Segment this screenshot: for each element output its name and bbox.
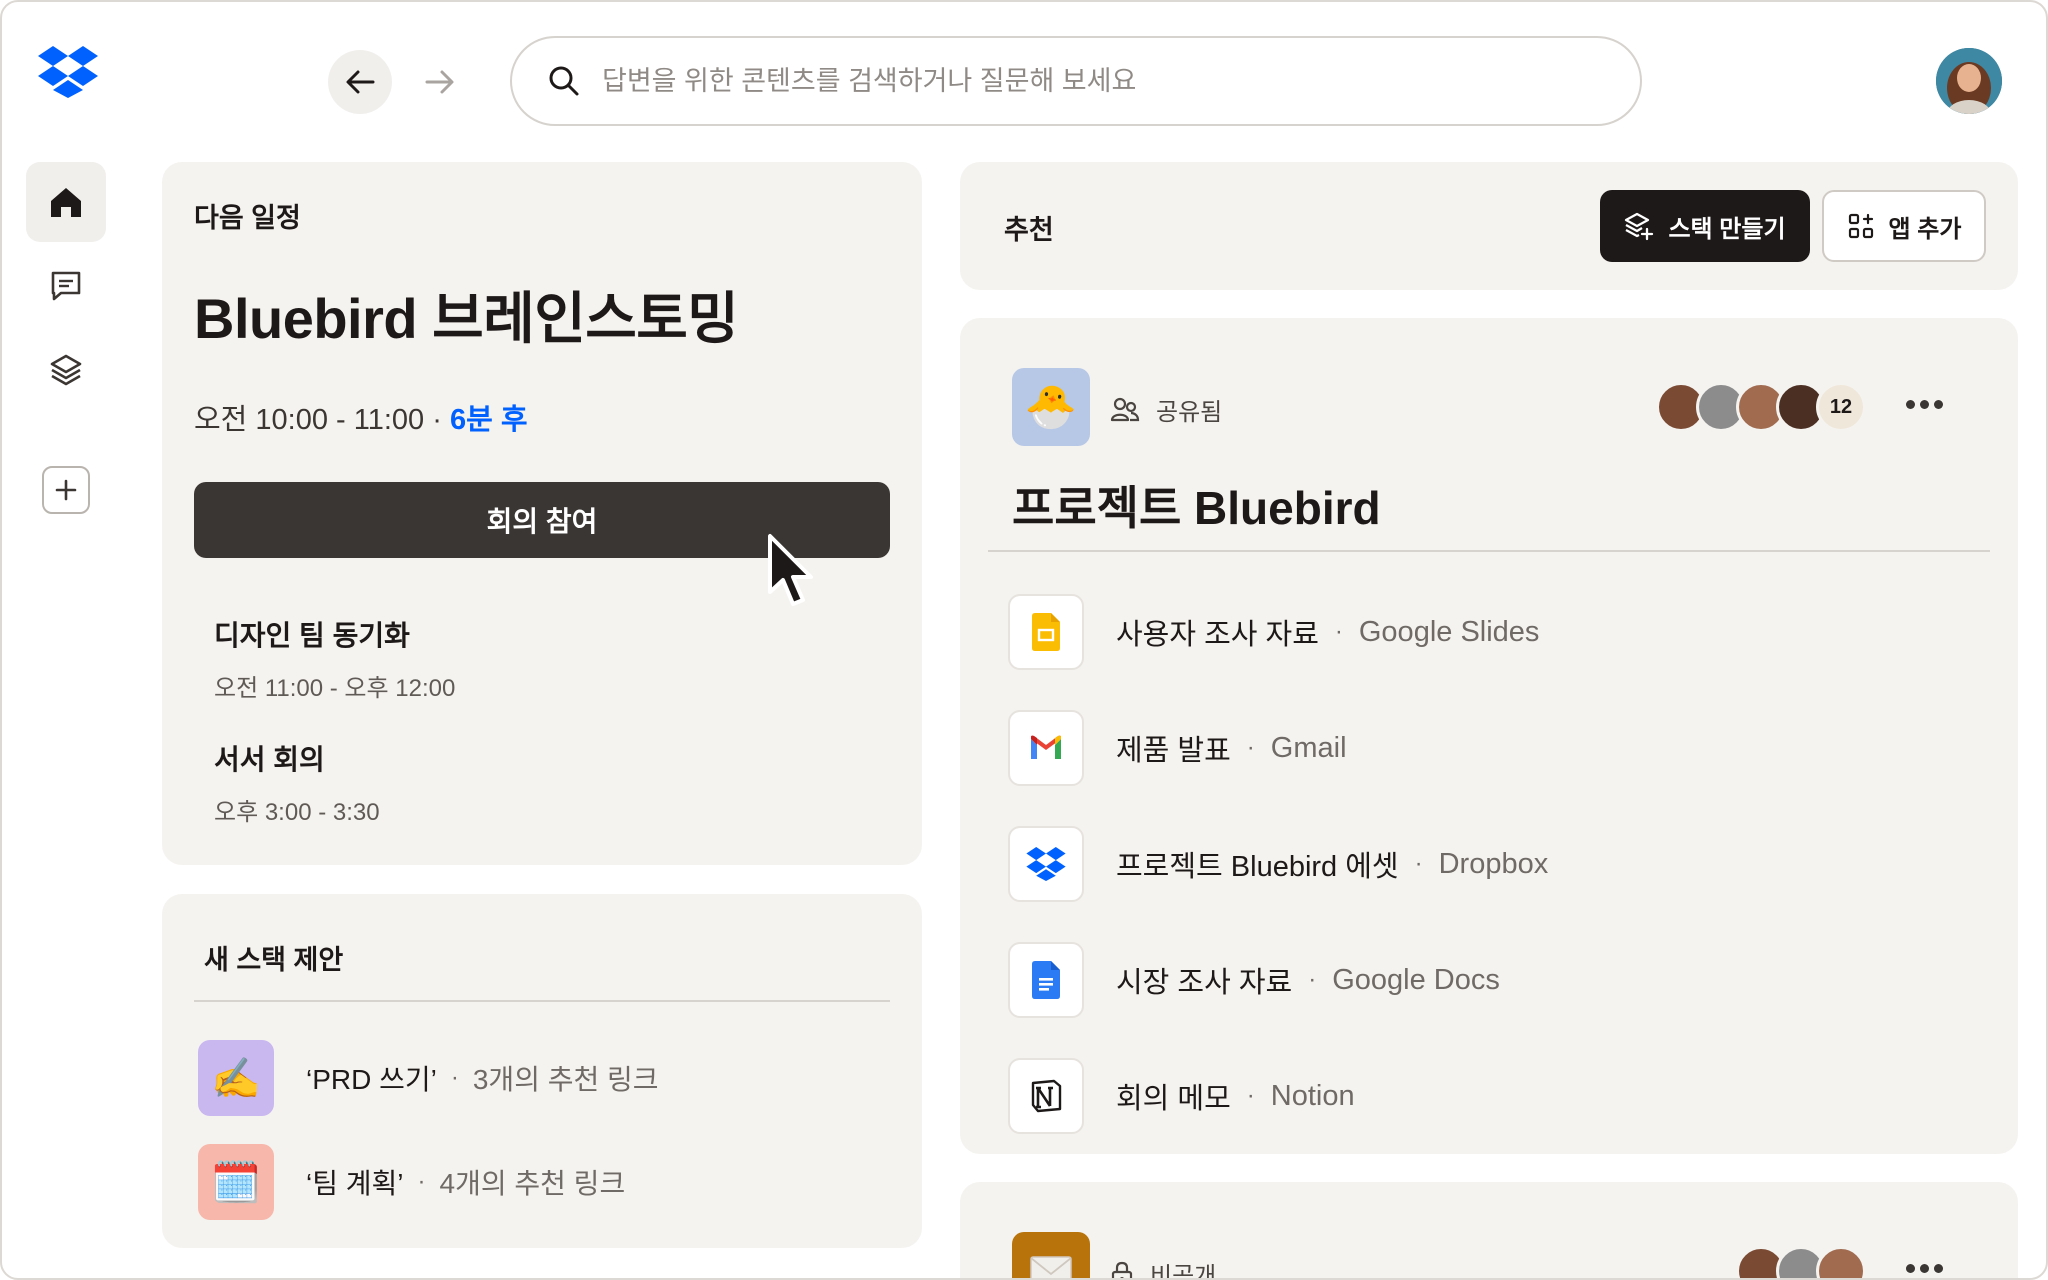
member-count-badge: 12 bbox=[1816, 382, 1866, 432]
divider bbox=[988, 550, 1990, 552]
file-item[interactable]: 시장 조사 자료 · Google Docs bbox=[1008, 942, 1500, 1018]
create-stack-button[interactable]: 스택 만들기 bbox=[1600, 190, 1810, 262]
file-item[interactable]: 프로젝트 Bluebird 에셋 · Dropbox bbox=[1008, 826, 1548, 902]
suggestion-name: ‘PRD 쓰기’ bbox=[306, 1064, 437, 1095]
separator-dot: · bbox=[417, 1168, 426, 1195]
writing-hand-emoji-icon: ✍️ bbox=[198, 1040, 274, 1116]
event-item[interactable]: 디자인 팀 동기화 오전 11:00 - 오후 12:00 bbox=[214, 614, 455, 703]
search-icon bbox=[549, 66, 579, 96]
google-docs-icon bbox=[1008, 942, 1084, 1018]
arrow-right-icon bbox=[425, 70, 454, 94]
recommended-label: 추천 bbox=[1004, 215, 1054, 245]
file-name: 프로젝트 Bluebird 에셋 bbox=[1116, 851, 1399, 883]
member-avatars[interactable]: 12 bbox=[1656, 382, 1866, 432]
file-app: Google Docs bbox=[1332, 963, 1500, 996]
gmail-icon bbox=[1008, 710, 1084, 786]
app-window: 다음 일정 Bluebird 브레인스토밍 오전 10:00 - 11:00 ·… bbox=[0, 0, 2048, 1280]
stack-suggestions-card: 새 스택 제안 ✍️ ‘PRD 쓰기’ · 3개의 추천 링크 🗓️ ‘팀 계획… bbox=[162, 894, 922, 1248]
add-button[interactable] bbox=[42, 466, 90, 514]
stack-suggestions-label: 새 스택 제안 bbox=[204, 945, 344, 975]
separator-dot: · bbox=[1414, 850, 1423, 877]
meeting-title: Bluebird 브레인스토밍 bbox=[194, 287, 739, 350]
recommended-header: 추천 스택 만들기 앱 추가 bbox=[960, 162, 2018, 290]
event-time: 오후 3:00 - 3:30 bbox=[214, 799, 380, 826]
shared-label: 공유됨 bbox=[1156, 399, 1223, 426]
private-stack-card[interactable]: 비공개 bbox=[960, 1182, 2018, 1280]
file-name: 시장 조사 자료 bbox=[1116, 967, 1293, 999]
event-item[interactable]: 서서 회의 오후 3:00 - 3:30 bbox=[214, 738, 380, 827]
chat-icon bbox=[51, 271, 81, 301]
meeting-time-range: 오전 10:00 - 11:00 · bbox=[194, 404, 450, 436]
file-item[interactable]: 사용자 조사 자료 · Google Slides bbox=[1008, 594, 1539, 670]
file-item[interactable]: 제품 발표 · Gmail bbox=[1008, 710, 1347, 786]
meeting-time: 오전 10:00 - 11:00 · 6분 후 bbox=[194, 396, 528, 438]
rail-stacks[interactable] bbox=[26, 330, 106, 410]
back-button[interactable] bbox=[328, 50, 392, 114]
suggestion-name: ‘팀 계획’ bbox=[306, 1168, 404, 1199]
event-title: 서서 회의 bbox=[214, 744, 325, 775]
mouse-cursor-icon bbox=[768, 534, 813, 606]
meeting-starts-in: 6분 후 bbox=[449, 404, 528, 436]
lock-icon bbox=[1111, 1261, 1133, 1278]
add-app-button[interactable]: 앱 추가 bbox=[1822, 190, 1986, 262]
search-input[interactable] bbox=[602, 65, 1602, 97]
hatching-chick-emoji-icon: 🐣 bbox=[1012, 368, 1090, 446]
search-bar[interactable] bbox=[510, 36, 1642, 126]
file-app: Google Slides bbox=[1358, 615, 1540, 648]
event-title: 디자인 팀 동기화 bbox=[214, 620, 410, 651]
home-icon bbox=[51, 188, 81, 217]
separator-dot: · bbox=[1246, 1082, 1255, 1109]
plus-icon bbox=[55, 479, 77, 501]
file-app: Dropbox bbox=[1438, 847, 1549, 880]
file-item[interactable]: 회의 메모 · Notion bbox=[1008, 1058, 1355, 1134]
notion-icon bbox=[1008, 1058, 1084, 1134]
layers-plus-icon bbox=[1625, 212, 1654, 241]
member-avatars[interactable] bbox=[1736, 1246, 1866, 1278]
separator-dot: · bbox=[450, 1064, 459, 1091]
event-time: 오전 11:00 - 오후 12:00 bbox=[214, 675, 456, 702]
more-options-icon[interactable] bbox=[1906, 1264, 1943, 1273]
create-stack-label: 스택 만들기 bbox=[1668, 215, 1786, 243]
shared-status: 공유됨 bbox=[1110, 392, 1222, 427]
suggestion-meta: 3개의 추천 링크 bbox=[472, 1064, 659, 1095]
stack-suggestion-item[interactable]: 🗓️ ‘팀 계획’ · 4개의 추천 링크 bbox=[198, 1144, 625, 1220]
file-app: Gmail bbox=[1270, 731, 1347, 764]
file-name: 회의 메모 bbox=[1116, 1083, 1231, 1115]
more-options-icon[interactable] bbox=[1906, 400, 1943, 409]
user-avatar[interactable] bbox=[1936, 48, 2002, 114]
dropbox-icon bbox=[1008, 826, 1084, 902]
separator-dot: · bbox=[1308, 966, 1317, 993]
arrow-left-icon bbox=[346, 70, 375, 94]
file-app: Notion bbox=[1270, 1079, 1355, 1112]
project-title: 프로젝트 Bluebird bbox=[1012, 482, 1381, 534]
next-meeting-card: 다음 일정 Bluebird 브레인스토밍 오전 10:00 - 11:00 ·… bbox=[162, 162, 922, 865]
spiral-calendar-emoji-icon: 🗓️ bbox=[198, 1144, 274, 1220]
file-name: 제품 발표 bbox=[1116, 735, 1231, 767]
layers-icon bbox=[50, 354, 82, 386]
rail-chat[interactable] bbox=[26, 246, 106, 326]
divider bbox=[194, 1000, 890, 1002]
next-meeting-label: 다음 일정 bbox=[194, 203, 301, 233]
apps-plus-icon bbox=[1848, 213, 1873, 239]
dropbox-logo-icon[interactable] bbox=[38, 46, 98, 98]
member-avatar bbox=[1816, 1246, 1866, 1278]
project-card[interactable]: 🐣 공유됨 12 프로젝트 Bluebird 사용자 조사 자료 · Googl… bbox=[960, 318, 2018, 1154]
stack-suggestion-item[interactable]: ✍️ ‘PRD 쓰기’ · 3개의 추천 링크 bbox=[198, 1040, 659, 1116]
file-name: 사용자 조사 자료 bbox=[1116, 619, 1319, 651]
separator-dot: · bbox=[1246, 734, 1255, 761]
shared-people-icon bbox=[1110, 397, 1140, 421]
forward-button[interactable] bbox=[408, 50, 472, 114]
envelope-emoji-icon bbox=[1012, 1232, 1090, 1278]
private-status: 비공개 bbox=[1110, 1256, 1217, 1280]
add-app-label: 앱 추가 bbox=[1888, 215, 1962, 243]
private-label: 비공개 bbox=[1150, 1263, 1217, 1280]
suggestion-meta: 4개의 추천 링크 bbox=[439, 1168, 626, 1199]
google-slides-icon bbox=[1008, 594, 1084, 670]
separator-dot: · bbox=[1334, 618, 1343, 645]
rail-home[interactable] bbox=[26, 162, 106, 242]
